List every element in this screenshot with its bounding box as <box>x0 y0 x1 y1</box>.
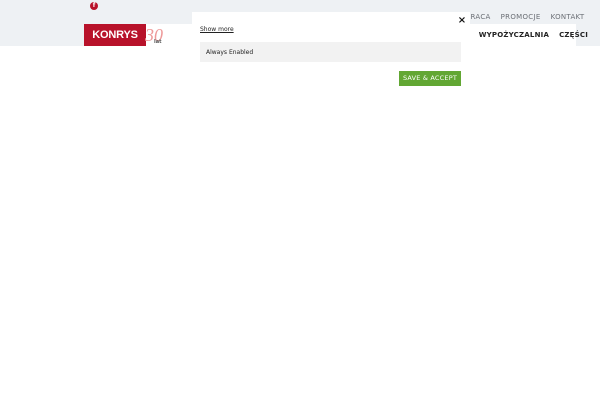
nav-item-czesci[interactable]: CZĘŚCI <box>559 31 588 39</box>
top-links: PRACA PROMOCJE KONTAKT <box>466 13 584 21</box>
close-icon[interactable]: × <box>457 16 467 26</box>
top-link-kontakt[interactable]: KONTAKT <box>551 13 585 21</box>
nav-item-wypozyczalnia[interactable]: WYPOŻYCZALNIA <box>479 31 549 39</box>
save-accept-button[interactable]: SAVE & ACCEPT <box>399 71 461 86</box>
logo[interactable]: KONRYS <box>84 24 146 46</box>
necessary-cookies-row: Always Enabled <box>200 42 461 62</box>
facebook-icon[interactable]: f <box>90 2 98 10</box>
show-more-link[interactable]: Show more <box>200 26 234 33</box>
logo-anniversary-unit: lat <box>154 39 162 45</box>
always-enabled-label: Always Enabled <box>206 49 254 56</box>
cookie-consent-modal: × Show more Always Enabled SAVE & ACCEPT <box>192 12 470 92</box>
top-link-promocje[interactable]: PROMOCJE <box>501 13 541 21</box>
nav-menu: ▾ WYPOŻYCZALNIA CZĘŚCI <box>466 31 588 39</box>
